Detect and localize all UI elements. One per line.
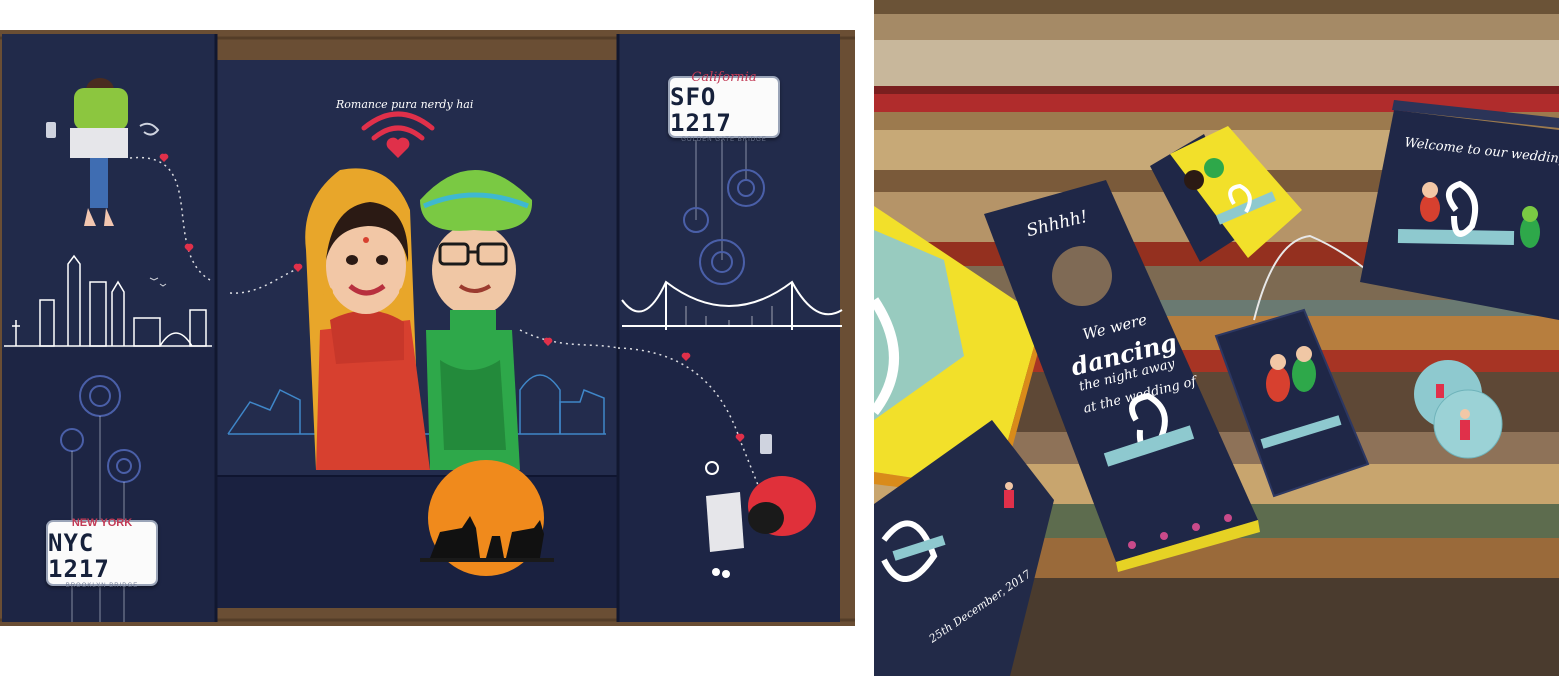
plate-caption-text: GOLDEN GATE BRIDGE xyxy=(681,136,767,143)
plate-state-text: NEW YORK xyxy=(71,516,133,529)
plate-caption-text: BROOKLYN BRIDGE xyxy=(65,582,139,589)
wedding-stationery-suite-photo: Shhhh! We were dancing the night away at… xyxy=(874,0,1559,676)
sfo-license-plate: California SFO 1217 GOLDEN GATE BRIDGE xyxy=(668,71,780,143)
plate-number-text: NYC 1217 xyxy=(48,528,110,583)
wedding-invitation-folder-photo: Romance pura nerdy hai California SFO 12… xyxy=(0,30,855,626)
nyc-license-plate: NEW YORK NYC 1217 BROOKLYN BRIDGE xyxy=(46,516,158,589)
welcome-card-illustration xyxy=(1360,100,1559,320)
plate-state-text: California xyxy=(691,69,757,85)
plate-number-text: SFO 1217 xyxy=(670,82,732,137)
stationery-flatlay-illustration xyxy=(874,0,1559,676)
